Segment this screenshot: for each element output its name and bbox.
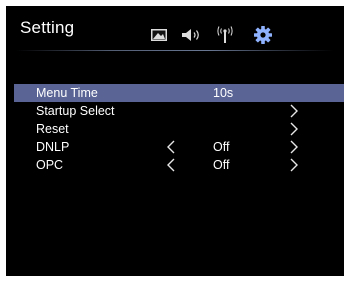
chevron-right-icon[interactable] [289, 103, 299, 119]
chevron-right-icon[interactable] [289, 157, 299, 173]
picture-icon [150, 28, 168, 42]
menu-item-label: OPC [36, 158, 64, 172]
gear-icon [253, 25, 273, 45]
menu-item-label: Startup Select [36, 104, 115, 118]
menu-item-label: DNLP [36, 140, 70, 154]
menu-item-value: 10s [213, 86, 234, 100]
tab-channel[interactable] [213, 24, 237, 46]
menu-item-value: Off [213, 158, 230, 172]
menu-item-value: Off [213, 140, 230, 154]
chevron-right-icon[interactable] [289, 121, 299, 137]
tab-picture[interactable] [148, 24, 170, 46]
menu-tabs [6, 24, 344, 48]
menu-item-label: Menu Time [36, 86, 98, 100]
chevron-left-icon[interactable] [166, 157, 176, 173]
menu-item-startup-select[interactable]: Startup Select [14, 102, 344, 120]
menu-item-dnlp[interactable]: DNLP Off [14, 138, 344, 156]
osd-screen: Setting Menu Time 10s Startup Select Res… [6, 6, 344, 276]
antenna-icon [215, 25, 235, 45]
chevron-left-icon[interactable] [166, 139, 176, 155]
tab-setting[interactable] [251, 24, 275, 46]
menu-item-label: Reset [36, 122, 69, 136]
settings-menu: Menu Time 10s Startup Select Reset DNLP … [14, 84, 344, 174]
menu-item-reset[interactable]: Reset [14, 120, 344, 138]
menu-item-opc[interactable]: OPC Off [14, 156, 344, 174]
menu-item-menu-time[interactable]: Menu Time 10s [14, 84, 344, 102]
header-divider [16, 50, 334, 51]
speaker-icon [181, 28, 203, 42]
chevron-right-icon[interactable] [289, 139, 299, 155]
tab-sound[interactable] [179, 24, 205, 46]
